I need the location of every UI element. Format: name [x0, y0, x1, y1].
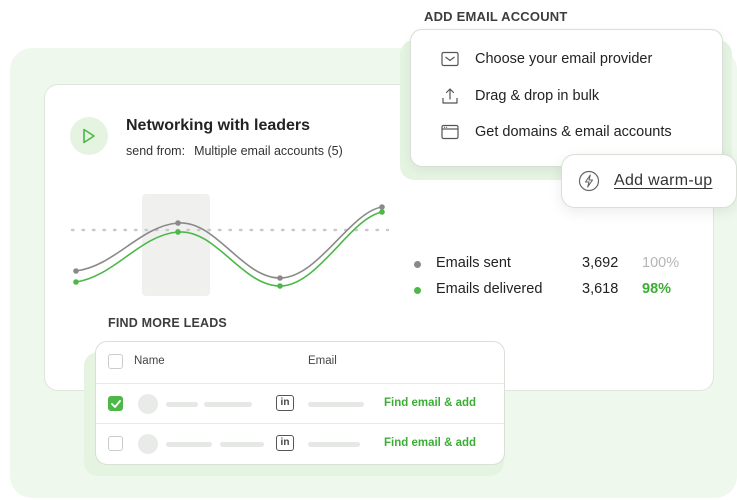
name-placeholder-bar	[220, 442, 264, 447]
add-email-account-heading: ADD EMAIL ACCOUNT	[424, 9, 568, 24]
avatar-placeholder	[138, 394, 158, 414]
select-all-checkbox[interactable]	[108, 354, 123, 369]
table-header: Name Email	[96, 342, 504, 382]
table-row: in Find email & add	[96, 423, 504, 464]
emails-sent-line	[75, 206, 383, 279]
menu-item-label: Choose your email provider	[475, 51, 653, 67]
sent-point	[175, 220, 181, 226]
stat-value: 3,618	[582, 281, 619, 297]
checkmark-icon	[110, 399, 121, 408]
stat-name: Emails delivered	[436, 281, 543, 297]
column-email: Email	[308, 355, 337, 367]
avatar-placeholder	[138, 434, 158, 454]
linkedin-icon[interactable]: in	[276, 395, 294, 411]
linkedin-icon[interactable]: in	[276, 435, 294, 451]
stat-percent: 100%	[642, 255, 680, 271]
table-row: in Find email & add	[96, 383, 504, 424]
column-name: Name	[134, 355, 165, 367]
menu-item-email-provider[interactable]: Choose your email provider	[441, 48, 652, 70]
name-placeholder-bar	[204, 402, 252, 407]
sent-point	[277, 275, 283, 281]
name-placeholder-bar	[166, 442, 212, 447]
play-button[interactable]	[70, 117, 108, 155]
stat-row-delivered: Emails delivered 3,618 98%	[410, 281, 690, 307]
stat-row-sent: Emails sent 3,692 100%	[410, 255, 690, 281]
find-email-add-link[interactable]: Find email & add	[384, 397, 476, 409]
find-more-leads-heading: FIND MORE LEADS	[108, 316, 227, 330]
find-email-add-link[interactable]: Find email & add	[384, 437, 476, 449]
chart-highlight-band	[142, 194, 210, 296]
campaign-title: Networking with leaders	[126, 117, 311, 134]
send-from-value: Multiple email accounts (5)	[194, 144, 343, 158]
delivered-point	[277, 283, 283, 289]
stat-value: 3,692	[582, 255, 619, 271]
stat-name: Emails sent	[436, 255, 511, 271]
email-placeholder-bar	[308, 442, 360, 447]
play-icon	[83, 128, 95, 144]
browser-window-icon	[441, 123, 459, 141]
sent-dot	[414, 261, 421, 268]
menu-item-label: Drag & drop in bulk	[475, 88, 600, 104]
leads-table: Name Email in Find email & add in Find e…	[95, 341, 505, 465]
sent-point	[73, 268, 79, 274]
add-warm-up-label: Add warm-up	[614, 172, 713, 189]
delivered-dot	[414, 287, 421, 294]
email-placeholder-bar	[308, 402, 364, 407]
menu-item-drag-drop[interactable]: Drag & drop in bulk	[441, 85, 599, 107]
delivered-point	[73, 279, 79, 285]
send-from: send from: Multiple email accounts (5)	[126, 144, 343, 158]
row-checkbox[interactable]	[108, 396, 123, 411]
sent-point	[379, 204, 385, 210]
stats-legend: Emails sent 3,692 100% Emails delivered …	[410, 255, 690, 307]
delivered-point	[379, 209, 385, 215]
delivered-point	[175, 229, 181, 235]
stat-percent: 98%	[642, 281, 672, 297]
menu-item-get-domains[interactable]: Get domains & email accounts	[441, 121, 672, 143]
add-warm-up-button[interactable]: Add warm-up	[561, 154, 737, 208]
envelope-icon	[441, 50, 459, 68]
add-email-account-card: Choose your email provider Drag & drop i…	[410, 29, 723, 167]
menu-item-label: Get domains & email accounts	[475, 124, 672, 140]
send-from-label: send from:	[126, 144, 186, 158]
name-placeholder-bar	[166, 402, 198, 407]
email-chart	[70, 194, 390, 296]
lightning-icon	[578, 170, 600, 192]
upload-icon	[441, 87, 459, 105]
row-checkbox[interactable]	[108, 436, 123, 451]
